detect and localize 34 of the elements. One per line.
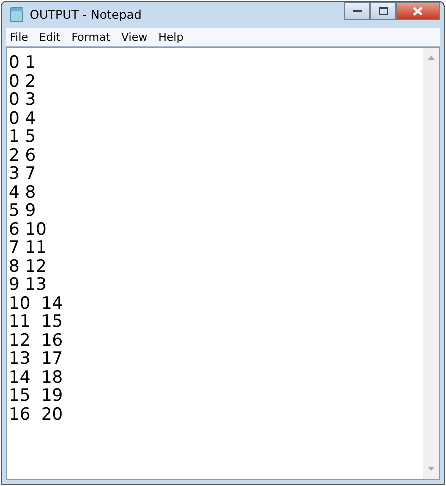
text-line: 8 12	[9, 258, 48, 276]
text-line: 16 20	[9, 406, 64, 424]
text-line: 11 15	[9, 313, 64, 332]
minimize-button[interactable]	[344, 2, 370, 20]
text-line: 9 13	[9, 276, 48, 294]
menu-item[interactable]: Format	[72, 30, 110, 44]
text-area[interactable]: 0 1 0 2 0 3 0 4 1 5 2 6 3 7 4 8 5 9 6 10 7 11 8 12 9 13 10 14 11 15 12 16 13 17 14 18 15 19 16 20	[6, 47, 440, 480]
text-line: 6 10	[9, 220, 48, 239]
close-icon	[413, 6, 423, 16]
menu-item[interactable]: Edit	[39, 30, 61, 44]
maximize-icon	[378, 7, 388, 15]
menu-item[interactable]: View	[122, 30, 148, 44]
minimize-icon	[352, 9, 362, 13]
maximize-button[interactable]	[370, 2, 396, 20]
text-line: 4 8	[9, 184, 38, 202]
text-line: 14 18	[9, 368, 64, 387]
text-line: 12 16	[9, 332, 64, 350]
text-line: 0 2	[9, 72, 38, 91]
text-line: 10 14	[9, 294, 64, 313]
text-line: 7 11	[9, 239, 48, 258]
text-line: 0 1	[9, 54, 38, 72]
close-button[interactable]	[396, 2, 440, 20]
text-line: 0 3	[9, 91, 38, 110]
text-line: 5 9	[9, 202, 38, 220]
text-line: 1 5	[9, 128, 38, 146]
notepad-icon	[10, 7, 24, 23]
text-line: 0 4	[9, 110, 38, 128]
text-line: 15 19	[9, 387, 64, 406]
text-line: 3 7	[9, 165, 38, 184]
menu-item[interactable]: Help	[158, 30, 184, 44]
text-line: 13 17	[9, 350, 64, 368]
menu-item[interactable]: File	[10, 30, 28, 44]
window-title: OUTPUT - Notepad	[30, 8, 142, 22]
text-line: 2 6	[9, 146, 38, 165]
